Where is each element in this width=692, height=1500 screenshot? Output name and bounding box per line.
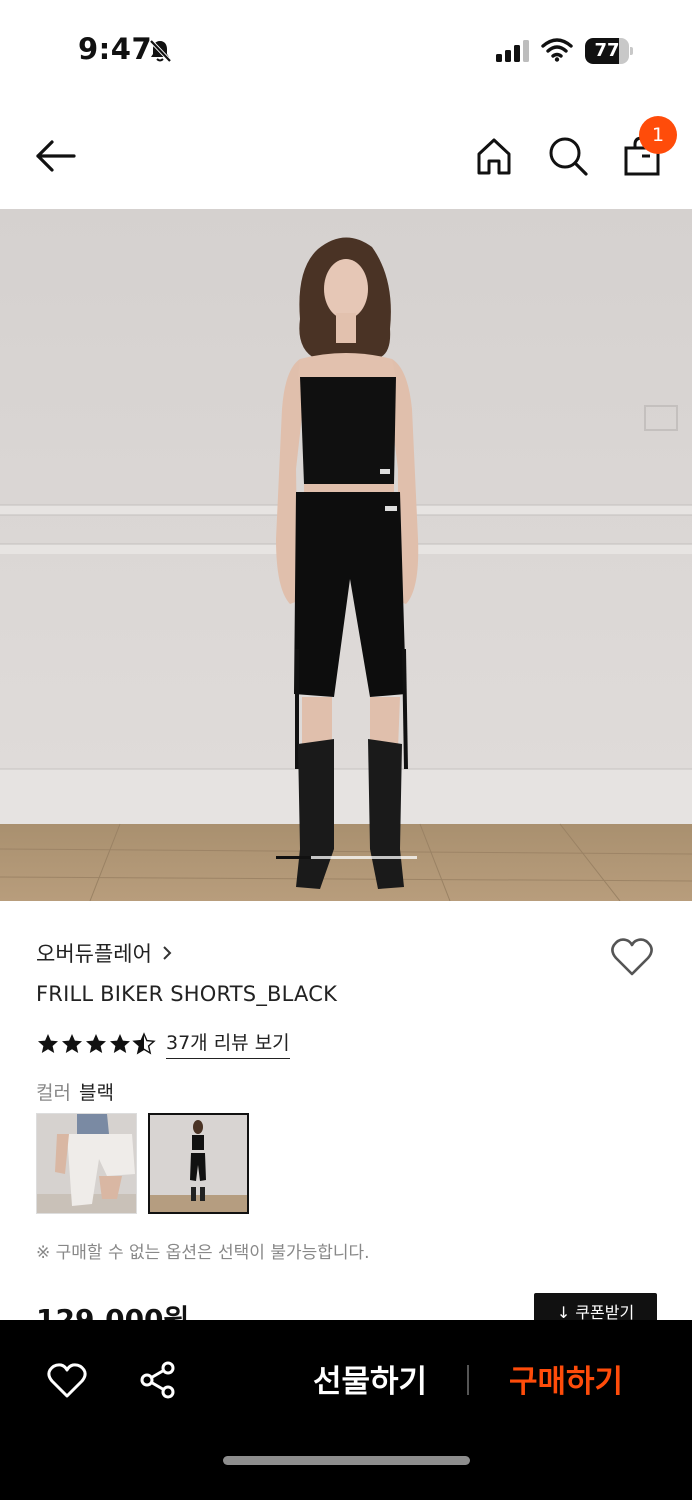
rating-stars bbox=[36, 1031, 156, 1056]
home-button[interactable] bbox=[472, 134, 516, 178]
back-button[interactable] bbox=[34, 136, 78, 176]
home-icon bbox=[477, 138, 511, 175]
wifi-icon bbox=[541, 38, 573, 66]
share-icon bbox=[140, 1361, 175, 1399]
like-button[interactable] bbox=[46, 1362, 88, 1400]
wishlist-button[interactable] bbox=[610, 936, 654, 978]
star-icon bbox=[62, 1033, 82, 1053]
cart-count-badge: 1 bbox=[639, 116, 677, 154]
heart-icon bbox=[611, 938, 653, 976]
star-icon bbox=[38, 1033, 58, 1053]
signal-icon bbox=[496, 40, 530, 66]
color-option-white[interactable] bbox=[36, 1113, 137, 1214]
star-half-icon bbox=[132, 1031, 156, 1054]
brand-link[interactable]: 오버듀플레어 bbox=[36, 938, 172, 968]
battery-level: 77 bbox=[594, 40, 620, 61]
buy-button[interactable]: 구매하기 bbox=[496, 1358, 636, 1406]
product-photo bbox=[0, 209, 692, 901]
option-notice: ※ 구매할 수 없는 옵션은 선택이 불가능합니다. bbox=[36, 1243, 370, 1263]
brand-name: 오버듀플레어 bbox=[36, 942, 152, 966]
product-title: FRILL BIKER SHORTS_BLACK bbox=[36, 982, 338, 1006]
color-option-black[interactable] bbox=[148, 1113, 249, 1214]
product-image[interactable] bbox=[0, 209, 692, 901]
bell-off-icon bbox=[147, 38, 173, 68]
search-button[interactable] bbox=[546, 134, 590, 178]
white-variant-thumbnail bbox=[37, 1114, 136, 1213]
black-variant-thumbnail bbox=[150, 1115, 247, 1212]
gallery-indicator bbox=[276, 856, 417, 859]
review-link[interactable]: 37개 리뷰 보기 bbox=[166, 1028, 290, 1059]
top-navigation: 1 bbox=[0, 100, 692, 210]
color-row: 컬러 블랙 bbox=[36, 1078, 114, 1105]
gallery-indicator-active bbox=[276, 856, 312, 859]
star-icon bbox=[86, 1033, 106, 1053]
search-icon bbox=[549, 137, 588, 176]
gift-button[interactable]: 선물하기 bbox=[300, 1358, 440, 1406]
color-value: 블랙 bbox=[78, 1082, 114, 1104]
share-button[interactable] bbox=[138, 1360, 178, 1400]
heart-icon bbox=[47, 1363, 87, 1398]
battery-icon: 77 bbox=[585, 38, 633, 64]
back-arrow-icon bbox=[36, 140, 76, 172]
rating-row: 37개 리뷰 보기 bbox=[36, 1028, 290, 1059]
bottom-action-bar: 선물하기 구매하기 bbox=[0, 1320, 692, 1500]
color-label: 컬러 bbox=[36, 1082, 71, 1104]
star-icon bbox=[110, 1033, 130, 1053]
home-indicator bbox=[223, 1456, 470, 1465]
divider bbox=[467, 1365, 469, 1395]
status-time: 9:47 bbox=[78, 32, 153, 66]
chevron-right-icon bbox=[163, 946, 172, 960]
status-bar: 9:47 77 bbox=[0, 0, 692, 100]
